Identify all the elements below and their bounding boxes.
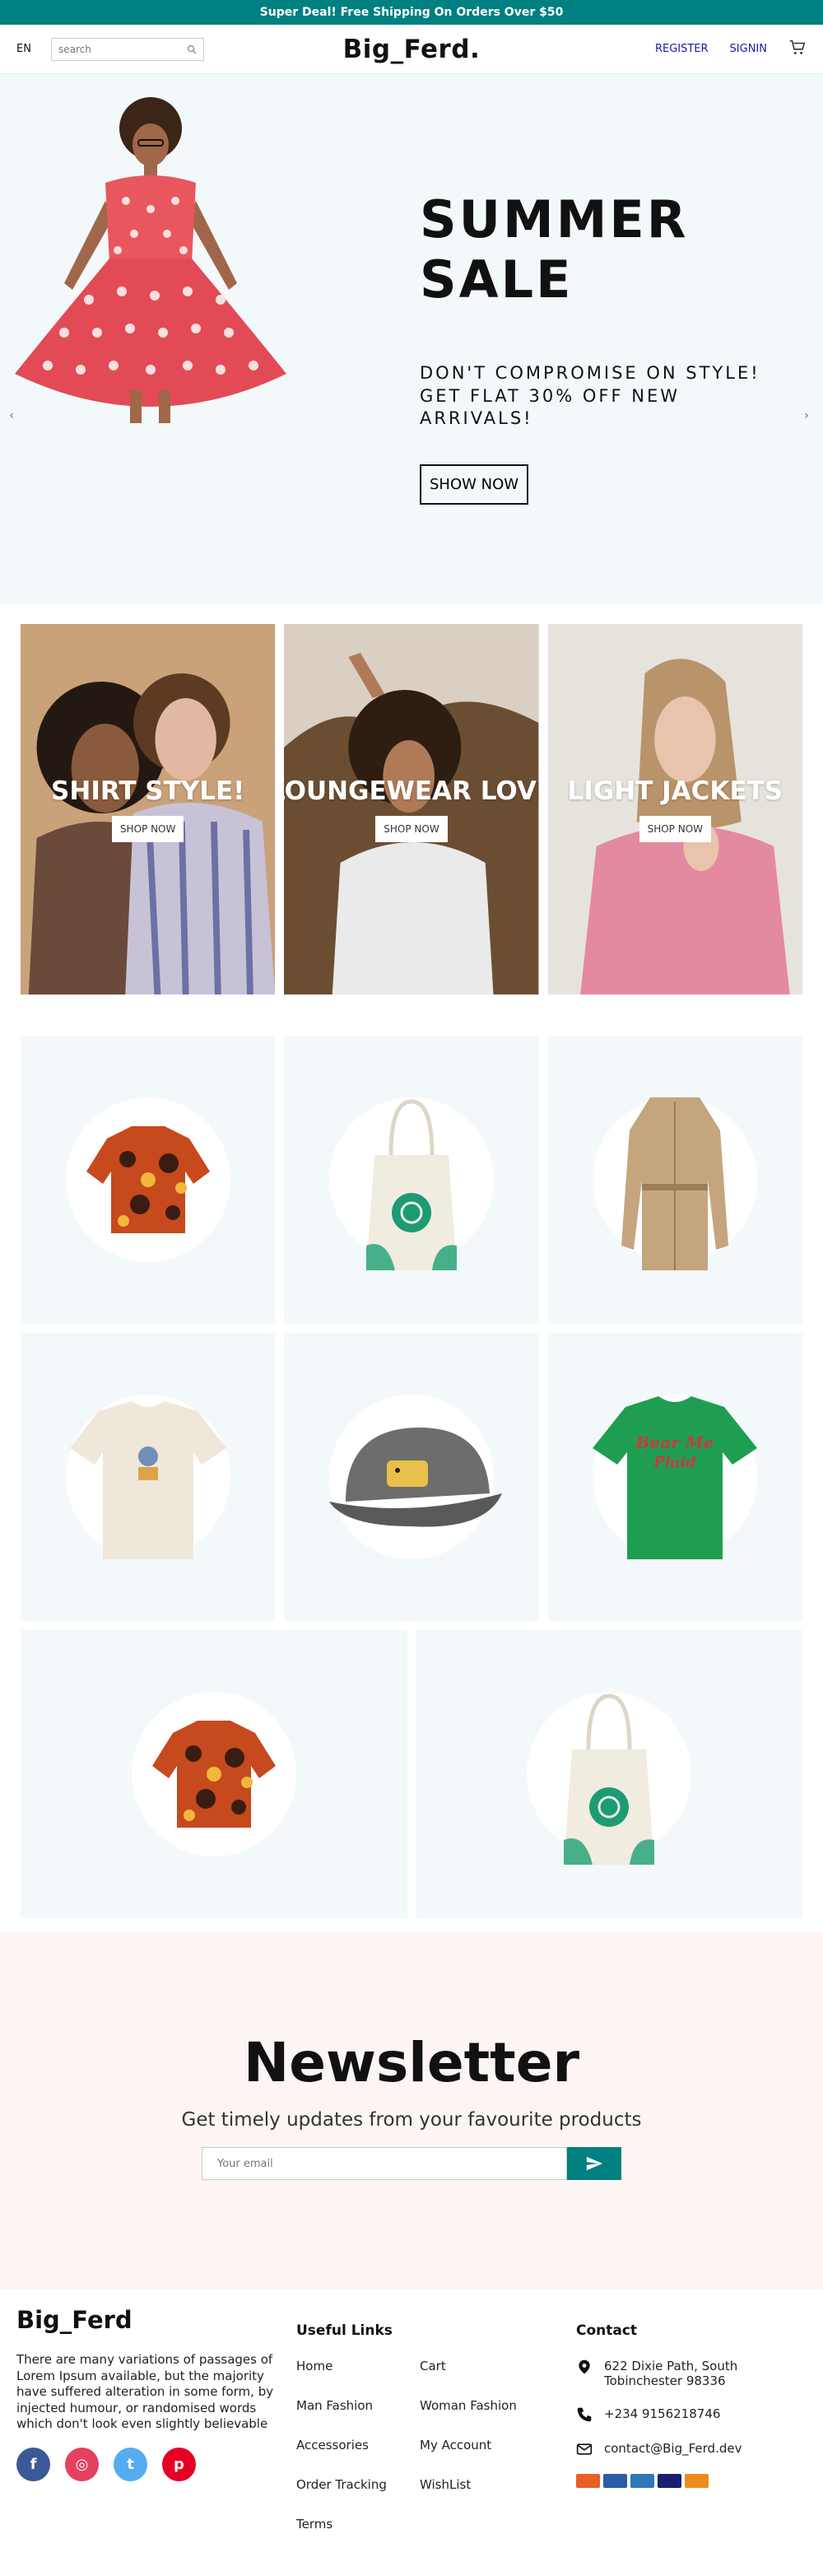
useful-links-title: Useful Links [296,2322,393,2339]
search-box [51,37,204,61]
register-link[interactable]: REGISTER [655,43,709,55]
footer-link-my-account[interactable]: My Account [420,2438,543,2453]
footer-link-woman-fashion[interactable]: Woman Fashion [420,2398,543,2413]
hero-title-line2: SALE [420,249,574,310]
footer-link-order-tracking[interactable]: Order Tracking [296,2477,420,2492]
contact-title: Contact [576,2322,638,2339]
product-image-tote-bag [365,1099,457,1270]
product-image-tote-bag [564,1693,655,1865]
mail-icon [576,2443,593,2455]
shop-now-button[interactable]: SHOP NOW [375,816,448,842]
footer-logo[interactable]: Big_Ferd [16,2306,280,2334]
product-card[interactable]: Bear Me Plaid [547,1333,802,1621]
product-image-patterned-shirt [151,1721,276,1828]
contact-address: 622 Dixie Path, South Tobinchester 98336 [604,2359,738,2388]
svg-text:Bear Me: Bear Me [635,1432,714,1452]
hero-slider: ‹ SUMMER SALE DON'T COMPROMISE ON STYLE! … [0,74,823,604]
location-icon [579,2359,590,2374]
cart-icon [789,40,806,54]
announcement-text: Super Deal! Free Shipping On Orders Over… [259,6,564,19]
navbar: EN Big_Ferd. REGISTER SIGNIN [0,25,823,74]
send-icon [586,2156,603,2171]
category-card[interactable]: LOUNGEWEAR LOVE SHOP NOW [284,624,539,995]
instagram-icon[interactable]: ◎ [65,2447,99,2481]
hero-model-image [15,97,286,423]
category-title: SHIRT STYLE! [51,776,245,806]
product-image-grey-cap [328,1428,502,1527]
product-card[interactable] [21,1036,276,1324]
product-image-cream-tshirt [69,1401,226,1559]
twitter-icon[interactable]: t [114,2447,147,2481]
product-card[interactable] [416,1630,802,1918]
site-logo[interactable]: Big_Ferd. [343,35,481,64]
footer-link-cart[interactable]: Cart [420,2359,543,2373]
chevron-right-icon[interactable]: › [798,408,815,424]
search-icon[interactable] [187,44,197,54]
product-grid: Bear Me Plaid [0,1036,823,1918]
newsletter-section: Newsletter Get timely updates from your … [0,1932,823,2290]
shop-now-button[interactable]: SHOP NOW [639,816,712,842]
email-input[interactable] [202,2147,567,2180]
category-card[interactable]: LIGHT JACKETS SHOP NOW [547,624,802,995]
product-card[interactable] [547,1036,802,1324]
svg-text:Plaid: Plaid [653,1454,697,1471]
category-title: LOUNGEWEAR LOVE [284,776,538,806]
footer: Big_Ferd There are many variations of pa… [0,2290,823,2536]
product-image-patterned-shirt [86,1126,210,1233]
footer-link-home[interactable]: Home [296,2359,420,2373]
product-card[interactable] [284,1036,539,1324]
visa-icon [658,2474,681,2488]
category-title: LIGHT JACKETS [567,776,783,806]
mastercard-icon [576,2474,600,2488]
product-image-trench-coat [621,1097,729,1270]
category-section: SHIRT STYLE! SHOP NOW LOUNGEWEAR LOVE SH… [0,624,823,995]
language-selector[interactable]: EN [16,43,41,55]
footer-link-terms[interactable]: Terms [296,2517,420,2532]
contact-phone: +234 9156218746 [604,2406,721,2421]
contact-email: contact@Big_Ferd.dev [604,2441,742,2456]
footer-description: There are many variations of passages of… [16,2352,274,2431]
shop-now-button[interactable]: SHOP NOW [111,816,184,842]
show-now-button[interactable]: SHOW NOW [420,464,529,505]
discover-icon [685,2474,709,2488]
signin-link[interactable]: SIGNIN [730,43,767,55]
hero-title-line1: SUMMER [420,189,689,249]
newsletter-form [202,2147,621,2180]
pinterest-icon[interactable]: p [162,2447,196,2481]
category-card[interactable]: SHIRT STYLE! SHOP NOW [21,624,276,995]
announcement-bar: Super Deal! Free Shipping On Orders Over… [0,0,823,25]
footer-link-wishlist[interactable]: WishList [420,2477,543,2492]
facebook-icon[interactable]: f [16,2447,50,2481]
phone-icon [577,2407,592,2422]
footer-link-accessories[interactable]: Accessories [296,2438,420,2453]
footer-link-man-fashion[interactable]: Man Fashion [296,2398,420,2413]
payment-methods [576,2474,807,2488]
product-card[interactable] [21,1333,276,1621]
send-button[interactable] [567,2147,621,2180]
product-image-green-tshirt: Bear Me Plaid [593,1396,758,1559]
product-card[interactable] [284,1333,539,1621]
search-input[interactable] [58,43,187,55]
paypal-icon [603,2474,627,2488]
hero-description: DON'T COMPROMISE ON STYLE! GET FLAT 30% … [420,363,760,428]
newsletter-description: Get timely updates from your favourite p… [181,2109,642,2131]
cart-button[interactable] [788,39,807,60]
newsletter-title: Newsletter [243,2031,580,2094]
product-card[interactable] [21,1630,407,1918]
amex-icon [630,2474,654,2488]
